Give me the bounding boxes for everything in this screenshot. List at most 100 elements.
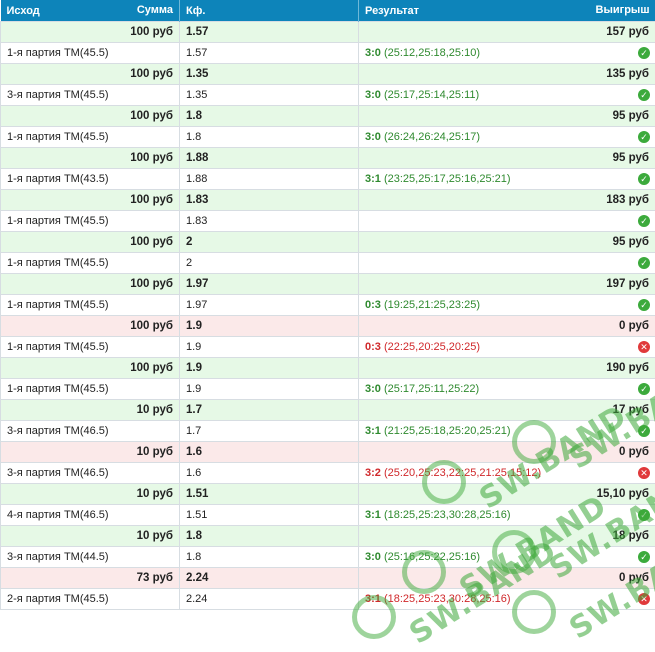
- bet-detail-coefficient: 2.24: [180, 589, 359, 610]
- bet-payout: 190 руб: [359, 358, 655, 379]
- bet-amount: 100 руб: [1, 274, 180, 295]
- match-score: 3:1: [365, 509, 381, 521]
- cross-icon: ✕: [638, 341, 650, 353]
- bet-amount: 10 руб: [1, 526, 180, 547]
- bet-result: 3:1 (23:25,25:17,25:16,25:21)✓: [359, 169, 655, 190]
- bet-amount: 100 руб: [1, 106, 180, 127]
- bet-summary-row[interactable]: 10 руб1.60 руб: [1, 442, 655, 463]
- column-header-result[interactable]: Результат Выигрыш: [359, 0, 655, 22]
- bet-coefficient: 1.8: [180, 106, 359, 127]
- bet-result: 3:0 (26:24,26:24,25:17)✓: [359, 127, 655, 148]
- bet-payout: 95 руб: [359, 232, 655, 253]
- bet-detail-coefficient: 1.8: [180, 127, 359, 148]
- bet-payout: 0 руб: [359, 568, 655, 589]
- bet-summary-row[interactable]: 10 руб1.818 руб: [1, 526, 655, 547]
- bet-detail-row[interactable]: 1-я партия ТМ(45.5)1.90:3 (22:25,20:25,2…: [1, 337, 655, 358]
- bet-detail-row[interactable]: 1-я партия ТМ(45.5)1.83:0 (26:24,26:24,2…: [1, 127, 655, 148]
- match-score: 3:0: [365, 131, 381, 143]
- bet-payout: 0 руб: [359, 442, 655, 463]
- bet-summary-row[interactable]: 100 руб1.57157 руб: [1, 22, 655, 43]
- bet-detail-row[interactable]: 2-я партия ТМ(45.5)2.243:1 (18:25,25:23,…: [1, 589, 655, 610]
- bet-summary-row[interactable]: 100 руб1.83183 руб: [1, 190, 655, 211]
- bet-detail-row[interactable]: 3-я партия ТМ(46.5)1.73:1 (21:25,25:18,2…: [1, 421, 655, 442]
- bet-detail-row[interactable]: 3-я партия ТМ(45.5)1.353:0 (25:17,25:14,…: [1, 85, 655, 106]
- header-winnings-label[interactable]: Выигрыш: [596, 4, 650, 16]
- bet-outcome: 1-я партия ТМ(45.5): [1, 337, 180, 358]
- bet-detail-coefficient: 1.83: [180, 211, 359, 232]
- bet-outcome: 1-я партия ТМ(45.5): [1, 43, 180, 64]
- bet-summary-row[interactable]: 100 руб1.35135 руб: [1, 64, 655, 85]
- bet-result: 0:3 (19:25,21:25,23:25)✓: [359, 295, 655, 316]
- bet-outcome: 3-я партия ТМ(46.5): [1, 463, 180, 484]
- bet-coefficient: 1.83: [180, 190, 359, 211]
- cross-icon: ✕: [638, 467, 650, 479]
- bet-payout: 18 руб: [359, 526, 655, 547]
- checkmark-icon: ✓: [638, 509, 650, 521]
- bet-outcome: 1-я партия ТМ(45.5): [1, 295, 180, 316]
- column-header-outcome[interactable]: Исход Сумма: [1, 0, 180, 22]
- cross-icon: ✕: [638, 593, 650, 605]
- bet-detail-row[interactable]: 1-я партия ТМ(43.5)1.883:1 (23:25,25:17,…: [1, 169, 655, 190]
- bet-detail-coefficient: 2: [180, 253, 359, 274]
- bet-summary-row[interactable]: 100 руб1.8895 руб: [1, 148, 655, 169]
- set-scores: (25:12,25:18,25:10): [381, 47, 480, 59]
- bet-outcome: 3-я партия ТМ(44.5): [1, 547, 180, 568]
- bet-outcome: 2-я партия ТМ(45.5): [1, 589, 180, 610]
- checkmark-icon: ✓: [638, 425, 650, 437]
- bet-outcome: 1-я партия ТМ(45.5): [1, 211, 180, 232]
- bet-outcome: 3-я партия ТМ(46.5): [1, 421, 180, 442]
- bets-body: 100 руб1.57157 руб1-я партия ТМ(45.5)1.5…: [1, 22, 655, 610]
- bet-coefficient: 1.97: [180, 274, 359, 295]
- bet-amount: 73 руб: [1, 568, 180, 589]
- bet-coefficient: 1.9: [180, 358, 359, 379]
- bet-payout: 95 руб: [359, 148, 655, 169]
- bet-summary-row[interactable]: 100 руб1.90 руб: [1, 316, 655, 337]
- bet-payout: 17 руб: [359, 400, 655, 421]
- match-score: 3:0: [365, 89, 381, 101]
- bet-detail-row[interactable]: 1-я партия ТМ(45.5)2✓: [1, 253, 655, 274]
- bet-summary-row[interactable]: 100 руб1.9190 руб: [1, 358, 655, 379]
- bet-detail-row[interactable]: 4-я партия ТМ(46.5)1.513:1 (18:25,25:23,…: [1, 505, 655, 526]
- match-score: 3:1: [365, 425, 381, 437]
- bet-result: ✓: [359, 253, 655, 274]
- match-score: 3:0: [365, 551, 381, 563]
- bet-summary-row[interactable]: 73 руб2.240 руб: [1, 568, 655, 589]
- checkmark-icon: ✓: [638, 551, 650, 563]
- bet-detail-row[interactable]: 1-я партия ТМ(45.5)1.970:3 (19:25,21:25,…: [1, 295, 655, 316]
- bet-detail-coefficient: 1.51: [180, 505, 359, 526]
- column-header-kf[interactable]: Кф.: [180, 0, 359, 22]
- bet-result: 3:0 (25:16,25:22,25:16)✓: [359, 547, 655, 568]
- bet-detail-row[interactable]: 1-я партия ТМ(45.5)1.83✓: [1, 211, 655, 232]
- bet-amount: 100 руб: [1, 64, 180, 85]
- bet-payout: 15,10 руб: [359, 484, 655, 505]
- match-score: 3:0: [365, 47, 381, 59]
- bet-summary-row[interactable]: 100 руб295 руб: [1, 232, 655, 253]
- header-result-label: Результат: [365, 5, 419, 17]
- bet-detail-row[interactable]: 3-я партия ТМ(44.5)1.83:0 (25:16,25:22,2…: [1, 547, 655, 568]
- bet-result: 3:0 (25:17,25:11,25:22)✓: [359, 379, 655, 400]
- set-scores: (21:25,25:18,25:20,25:21): [381, 425, 511, 437]
- bet-summary-row[interactable]: 100 руб1.895 руб: [1, 106, 655, 127]
- bet-summary-row[interactable]: 10 руб1.717 руб: [1, 400, 655, 421]
- bet-detail-row[interactable]: 1-я партия ТМ(45.5)1.57 3:0 (25:12,25:18,…: [1, 43, 655, 64]
- bet-amount: 10 руб: [1, 400, 180, 421]
- bet-detail-row[interactable]: 3-я партия ТМ(46.5)1.63:2 (25:20,25:23,2…: [1, 463, 655, 484]
- bets-history-table: Исход Сумма Кф. Результат Выигрыш 100 ру…: [0, 0, 655, 610]
- bet-outcome: 1-я партия ТМ(45.5): [1, 127, 180, 148]
- bet-coefficient: 1.7: [180, 400, 359, 421]
- bet-coefficient: 1.6: [180, 442, 359, 463]
- bet-amount: 10 руб: [1, 484, 180, 505]
- bet-amount: 10 руб: [1, 442, 180, 463]
- bet-result: ✓: [359, 211, 655, 232]
- set-scores: (25:20,25:23,22:25,21:25,15:12): [381, 467, 541, 479]
- set-scores: (18:25,25:23,30:28,25:16): [381, 593, 511, 605]
- bet-summary-row[interactable]: 100 руб1.97197 руб: [1, 274, 655, 295]
- bet-detail-coefficient: 1.8: [180, 547, 359, 568]
- bet-result: 3:1 (18:25,25:23,30:28,25:16)✕: [359, 589, 655, 610]
- bet-amount: 100 руб: [1, 232, 180, 253]
- bet-detail-coefficient: 1.57: [180, 43, 359, 64]
- header-amount-label[interactable]: Сумма: [137, 4, 173, 16]
- set-scores: (22:25,20:25,20:25): [381, 341, 480, 353]
- bet-summary-row[interactable]: 10 руб1.5115,10 руб: [1, 484, 655, 505]
- bet-detail-row[interactable]: 1-я партия ТМ(45.5)1.93:0 (25:17,25:11,2…: [1, 379, 655, 400]
